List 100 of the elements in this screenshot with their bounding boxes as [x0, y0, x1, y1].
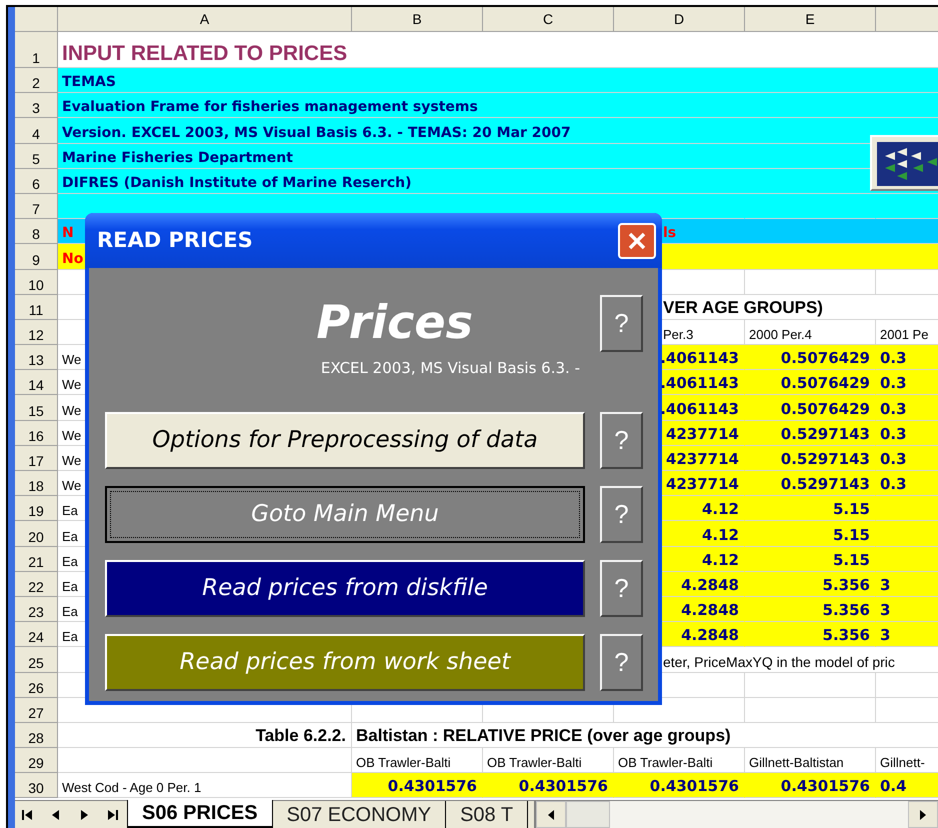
row-header[interactable]: 14 — [15, 370, 58, 396]
cell-value: 0.5297143 — [780, 426, 870, 442]
row-header[interactable]: 13 — [15, 345, 58, 370]
cell-label: We — [62, 353, 82, 366]
cell-value: 5.356 — [822, 578, 870, 593]
column-header[interactable]: C — [483, 7, 614, 31]
sheet-tab[interactable]: S07 ECONOMY — [272, 801, 446, 828]
cell-label: OB Trawler-Balti — [487, 756, 582, 770]
help-button[interactable]: ? — [600, 412, 643, 469]
dialog-button[interactable]: Goto Main Menu — [105, 486, 585, 543]
row-header[interactable]: 25 — [15, 647, 58, 672]
dialog-subtitle: EXCEL 2003, MS Visual Basis 6.3. - — [320, 358, 580, 379]
row-header[interactable]: 16 — [15, 420, 58, 446]
close-button[interactable] — [618, 222, 656, 258]
close-icon — [627, 230, 647, 250]
cell-value: 0.5297143 — [780, 477, 870, 492]
row-header[interactable]: 19 — [15, 496, 58, 522]
warning-text: N — [62, 226, 74, 240]
dialog-button[interactable]: Read prices from diskfile — [105, 560, 585, 617]
dialog-button[interactable]: Options for Preprocessing of data — [105, 412, 585, 469]
row-header[interactable]: 23 — [15, 596, 58, 622]
cell-label: Ea — [62, 605, 78, 618]
dialog-button[interactable]: Read prices from work sheet — [105, 634, 585, 691]
row-header[interactable]: 11 — [15, 294, 58, 320]
column-header[interactable]: A — [58, 7, 352, 31]
row-header[interactable]: 1 — [15, 32, 58, 68]
last-sheet-icon[interactable] — [105, 808, 119, 822]
warning-text: ls — [663, 226, 676, 240]
horizontal-scrollbar[interactable] — [534, 801, 938, 828]
cell-value: 0.4301576 — [518, 779, 608, 794]
row-header[interactable]: 4 — [15, 118, 58, 144]
scrollbar-thumb[interactable] — [566, 801, 610, 828]
warning-text: No — [62, 252, 84, 266]
banner-text: Marine Fisheries Department — [62, 150, 293, 165]
dialog-heading: Prices — [316, 295, 473, 349]
scroll-left-button[interactable] — [536, 801, 566, 828]
row-header[interactable]: 7 — [15, 194, 58, 220]
row-header[interactable]: 29 — [15, 748, 58, 774]
banner-text: DIFRES (Danish Institute of Marine Reserch) — [62, 176, 412, 190]
row-header[interactable]: 28 — [15, 722, 58, 748]
row-header[interactable]: 10 — [15, 270, 58, 295]
row-header[interactable]: 22 — [15, 572, 58, 597]
help-button[interactable]: ? — [600, 486, 643, 543]
row-header[interactable]: 24 — [15, 622, 58, 648]
row-header[interactable]: 21 — [15, 546, 58, 572]
cell-value: 4.12 — [702, 552, 739, 568]
table-heading: Baltistan : RELATIVE PRICE (over age groups) — [356, 727, 731, 744]
cell-value: 3 — [880, 578, 890, 593]
cell-value: 0.3 — [880, 351, 907, 366]
image-button[interactable] — [870, 135, 938, 191]
row-header[interactable]: 5 — [15, 144, 58, 169]
fish-school-icon — [877, 142, 938, 186]
cell-value: 3 — [880, 603, 890, 618]
row-header[interactable]: 30 — [15, 773, 58, 798]
cell-label: Ea — [62, 630, 78, 644]
help-button[interactable]: ? — [600, 560, 643, 617]
row-header[interactable]: 18 — [15, 471, 58, 496]
cell-label: 2001 Pe — [880, 328, 928, 342]
cell-label: Ea — [62, 504, 78, 518]
row-header[interactable]: 6 — [15, 168, 58, 194]
table-heading: Table 6.2.2. — [256, 727, 346, 744]
cell-value: 0.5076429 — [780, 402, 870, 417]
cell-value: 5.356 — [822, 603, 870, 618]
cell-value: 4.2848 — [681, 603, 739, 618]
first-sheet-icon[interactable] — [21, 808, 35, 822]
cell-value: 0.4301576 — [388, 779, 477, 794]
row-header[interactable]: 2 — [15, 68, 58, 94]
help-button[interactable]: ? — [600, 634, 643, 691]
cell-value: 0.4301576 — [650, 779, 739, 794]
cell-value: 4.2848 — [681, 628, 739, 644]
column-header[interactable]: D — [614, 7, 745, 31]
cell-label: OB Trawler-Balti — [618, 756, 713, 770]
column-header[interactable]: B — [352, 7, 483, 31]
row-header[interactable]: 15 — [15, 395, 58, 421]
cell-value: 0.3 — [880, 426, 907, 442]
cell-value: 0.4301576 — [780, 779, 870, 794]
row-header[interactable]: 26 — [15, 672, 58, 698]
row-header[interactable]: 20 — [15, 521, 58, 547]
cell-value: 0.5297143 — [780, 452, 870, 467]
banner-text: TEMAS — [62, 75, 116, 90]
cell-label: Per.3 — [663, 328, 694, 342]
row-header[interactable]: 27 — [15, 698, 58, 723]
cell-label: We — [62, 428, 82, 442]
cell-value: 0.3 — [880, 477, 907, 492]
row-header[interactable]: 8 — [15, 219, 58, 244]
row-header[interactable]: 12 — [15, 320, 58, 346]
cell-value: 5.15 — [832, 528, 870, 543]
row-header[interactable]: 9 — [15, 244, 58, 270]
sheet-tab[interactable]: S06 PRICES — [127, 800, 273, 828]
cell-value: 4.12 — [702, 528, 739, 543]
column-header[interactable]: E — [745, 7, 876, 31]
row-header[interactable]: 17 — [15, 446, 58, 471]
cell-value: 5.15 — [832, 502, 870, 518]
cell-label: eter, PriceMaxYQ in the model of pric — [663, 654, 895, 668]
cell-label: We — [62, 404, 82, 417]
cell-value: 0.5076429 — [780, 376, 870, 392]
row-header[interactable]: 3 — [15, 93, 58, 118]
scroll-right-button[interactable] — [908, 801, 938, 828]
help-button[interactable]: ? — [600, 295, 643, 352]
cell-label: Gillnett-Baltistan — [749, 756, 844, 770]
